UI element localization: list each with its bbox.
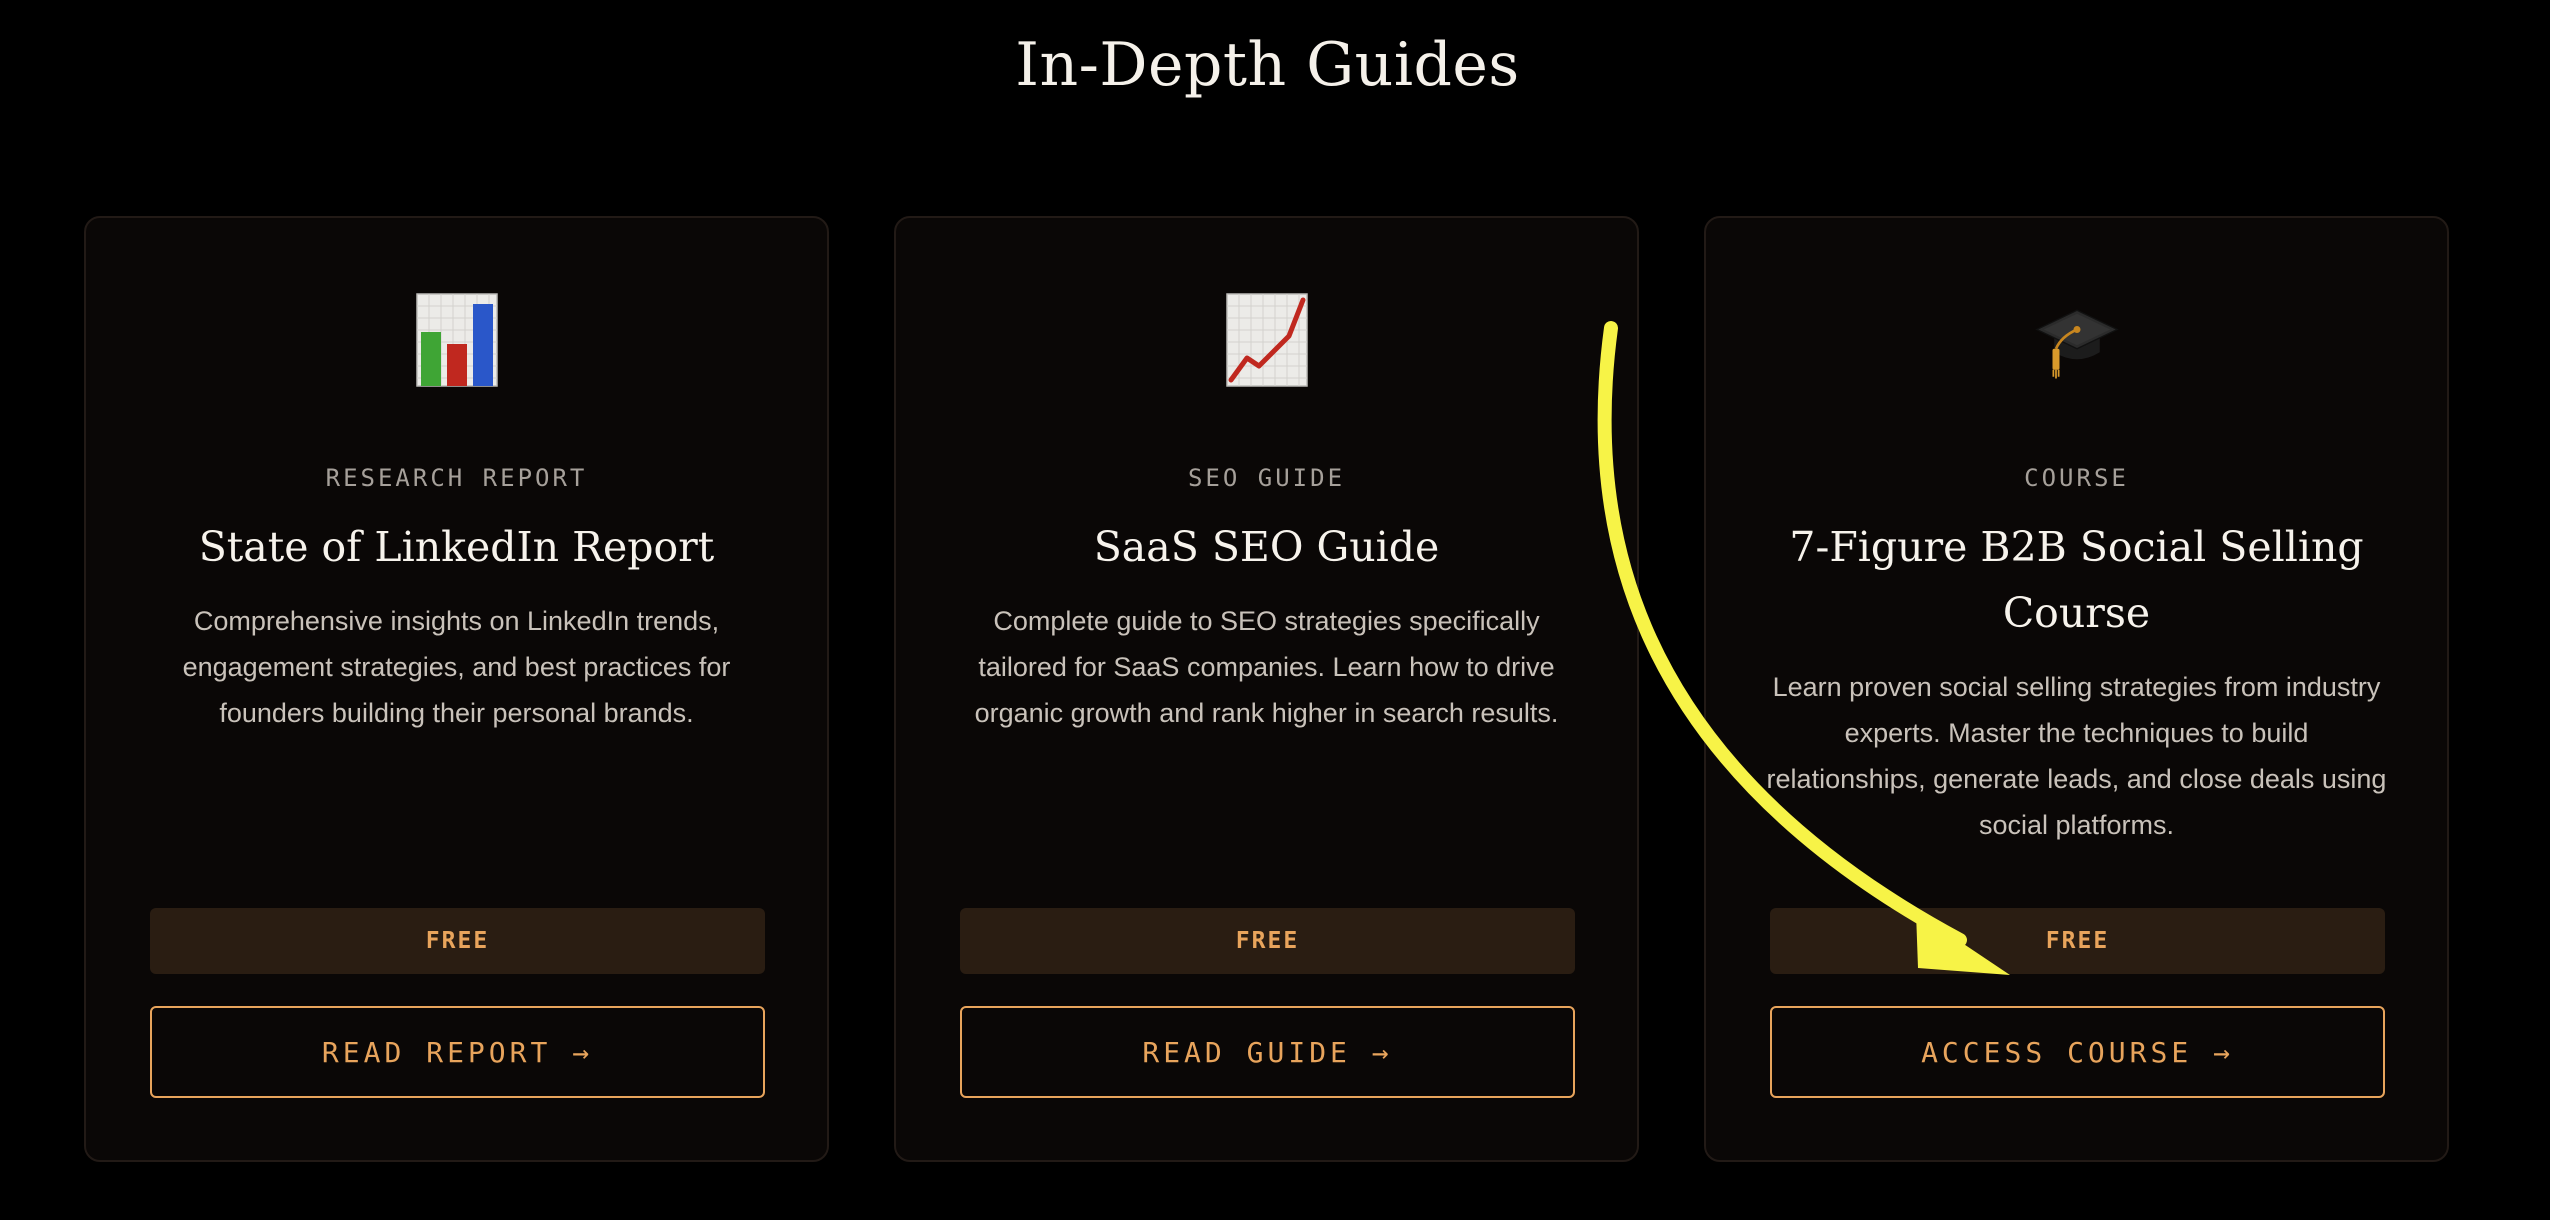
guide-card-social-selling-course: COURSE 7-Figure B2B Social Selling Cours… <box>1704 216 2449 1162</box>
card-title: State of LinkedIn Report <box>198 523 715 571</box>
access-course-button[interactable]: ACCESS COURSE → <box>1770 1006 2385 1098</box>
card-category: COURSE <box>2024 464 2129 492</box>
guide-card-saas-seo: SEO GUIDE SaaS SEO Guide Complete guide … <box>894 216 1639 1162</box>
card-category: SEO GUIDE <box>1187 464 1346 492</box>
card-description: Comprehensive insights on LinkedIn trend… <box>182 606 731 728</box>
card-title: 7-Figure B2B Social Selling Course <box>1789 523 2364 637</box>
read-guide-button[interactable]: READ GUIDE → <box>960 1006 1575 1098</box>
card-description: Complete guide to SEO strategies specifi… <box>974 606 1559 728</box>
read-report-button[interactable]: READ REPORT → <box>150 1006 765 1098</box>
card-description: Learn proven social selling strategies f… <box>1766 672 2387 840</box>
card-category: RESEARCH REPORT <box>325 464 588 492</box>
price-badge: FREE <box>1770 908 2385 974</box>
guide-card-linkedin-report: RESEARCH REPORT State of LinkedIn Report… <box>84 216 829 1162</box>
bar-chart-icon <box>415 292 499 388</box>
page-title: In-Depth Guides <box>1015 30 1520 100</box>
price-badge: FREE <box>150 908 765 974</box>
trending-up-chart-icon <box>1225 292 1309 388</box>
graduation-cap-icon <box>2034 292 2119 388</box>
guides-grid: RESEARCH REPORT State of LinkedIn Report… <box>84 216 2449 1162</box>
price-badge: FREE <box>960 908 1575 974</box>
card-title: SaaS SEO Guide <box>1093 523 1440 571</box>
